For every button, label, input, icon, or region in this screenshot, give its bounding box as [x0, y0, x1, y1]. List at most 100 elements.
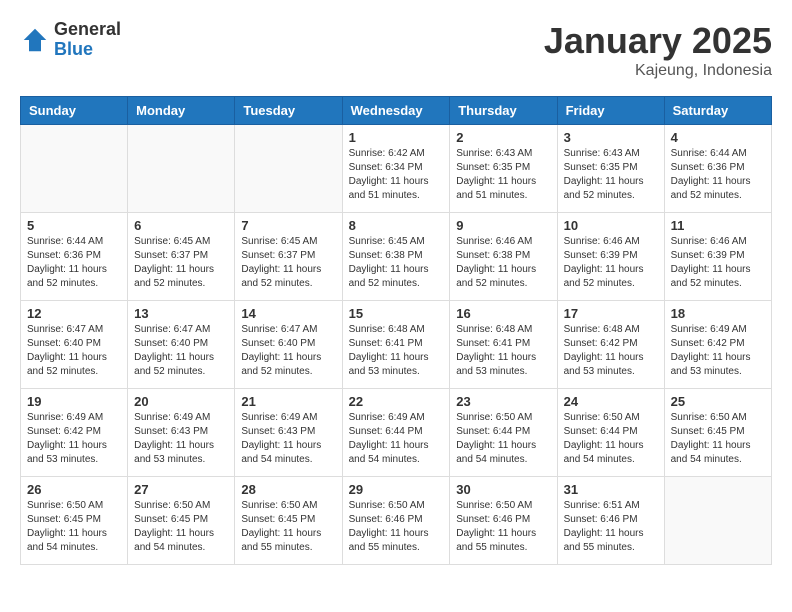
- day-info: Sunrise: 6:48 AM Sunset: 6:42 PM Dayligh…: [564, 323, 658, 379]
- day-cell-1-4: 9 Sunrise: 6:46 AM Sunset: 6:38 PM Dayli…: [450, 213, 557, 301]
- day-number: 5: [27, 218, 121, 233]
- day-cell-2-0: 12 Sunrise: 6:47 AM Sunset: 6:40 PM Dayl…: [21, 301, 128, 389]
- day-number: 6: [134, 218, 228, 233]
- day-number: 25: [671, 394, 765, 409]
- header-friday: Friday: [557, 97, 664, 125]
- day-number: 12: [27, 306, 121, 321]
- week-row-5: 26 Sunrise: 6:50 AM Sunset: 6:45 PM Dayl…: [21, 477, 772, 565]
- day-info: Sunrise: 6:49 AM Sunset: 6:43 PM Dayligh…: [134, 411, 228, 467]
- header-saturday: Saturday: [664, 97, 771, 125]
- day-number: 17: [564, 306, 658, 321]
- day-cell-1-1: 6 Sunrise: 6:45 AM Sunset: 6:37 PM Dayli…: [128, 213, 235, 301]
- day-cell-0-6: 4 Sunrise: 6:44 AM Sunset: 6:36 PM Dayli…: [664, 125, 771, 213]
- day-number: 8: [349, 218, 444, 233]
- day-info: Sunrise: 6:45 AM Sunset: 6:37 PM Dayligh…: [134, 235, 228, 291]
- day-info: Sunrise: 6:44 AM Sunset: 6:36 PM Dayligh…: [27, 235, 121, 291]
- day-info: Sunrise: 6:50 AM Sunset: 6:45 PM Dayligh…: [671, 411, 765, 467]
- week-row-1: 1 Sunrise: 6:42 AM Sunset: 6:34 PM Dayli…: [21, 125, 772, 213]
- day-cell-4-4: 30 Sunrise: 6:50 AM Sunset: 6:46 PM Dayl…: [450, 477, 557, 565]
- day-cell-0-1: [128, 125, 235, 213]
- month-title: January 2025: [544, 20, 772, 62]
- title-section: January 2025 Kajeung, Indonesia: [544, 20, 772, 80]
- location-title: Kajeung, Indonesia: [544, 62, 772, 80]
- day-info: Sunrise: 6:47 AM Sunset: 6:40 PM Dayligh…: [134, 323, 228, 379]
- week-row-3: 12 Sunrise: 6:47 AM Sunset: 6:40 PM Dayl…: [21, 301, 772, 389]
- day-info: Sunrise: 6:50 AM Sunset: 6:46 PM Dayligh…: [349, 499, 444, 555]
- header-tuesday: Tuesday: [235, 97, 342, 125]
- day-cell-2-4: 16 Sunrise: 6:48 AM Sunset: 6:41 PM Dayl…: [450, 301, 557, 389]
- day-info: Sunrise: 6:49 AM Sunset: 6:43 PM Dayligh…: [241, 411, 335, 467]
- day-number: 20: [134, 394, 228, 409]
- day-cell-1-6: 11 Sunrise: 6:46 AM Sunset: 6:39 PM Dayl…: [664, 213, 771, 301]
- day-cell-2-5: 17 Sunrise: 6:48 AM Sunset: 6:42 PM Dayl…: [557, 301, 664, 389]
- day-number: 3: [564, 130, 658, 145]
- logo-general: General: [54, 20, 121, 40]
- week-row-4: 19 Sunrise: 6:49 AM Sunset: 6:42 PM Dayl…: [21, 389, 772, 477]
- day-number: 21: [241, 394, 335, 409]
- day-number: 2: [456, 130, 550, 145]
- day-number: 28: [241, 482, 335, 497]
- day-info: Sunrise: 6:43 AM Sunset: 6:35 PM Dayligh…: [456, 147, 550, 203]
- header-sunday: Sunday: [21, 97, 128, 125]
- day-cell-1-2: 7 Sunrise: 6:45 AM Sunset: 6:37 PM Dayli…: [235, 213, 342, 301]
- day-cell-3-0: 19 Sunrise: 6:49 AM Sunset: 6:42 PM Dayl…: [21, 389, 128, 477]
- day-number: 27: [134, 482, 228, 497]
- day-cell-4-1: 27 Sunrise: 6:50 AM Sunset: 6:45 PM Dayl…: [128, 477, 235, 565]
- logo-text: General Blue: [54, 20, 121, 60]
- day-info: Sunrise: 6:49 AM Sunset: 6:42 PM Dayligh…: [671, 323, 765, 379]
- day-info: Sunrise: 6:46 AM Sunset: 6:38 PM Dayligh…: [456, 235, 550, 291]
- day-info: Sunrise: 6:46 AM Sunset: 6:39 PM Dayligh…: [671, 235, 765, 291]
- day-cell-3-5: 24 Sunrise: 6:50 AM Sunset: 6:44 PM Dayl…: [557, 389, 664, 477]
- logo: General Blue: [20, 20, 121, 60]
- day-number: 31: [564, 482, 658, 497]
- day-cell-3-1: 20 Sunrise: 6:49 AM Sunset: 6:43 PM Dayl…: [128, 389, 235, 477]
- day-info: Sunrise: 6:43 AM Sunset: 6:35 PM Dayligh…: [564, 147, 658, 203]
- day-info: Sunrise: 6:50 AM Sunset: 6:45 PM Dayligh…: [241, 499, 335, 555]
- day-cell-1-5: 10 Sunrise: 6:46 AM Sunset: 6:39 PM Dayl…: [557, 213, 664, 301]
- day-cell-1-3: 8 Sunrise: 6:45 AM Sunset: 6:38 PM Dayli…: [342, 213, 450, 301]
- day-number: 18: [671, 306, 765, 321]
- week-row-2: 5 Sunrise: 6:44 AM Sunset: 6:36 PM Dayli…: [21, 213, 772, 301]
- day-info: Sunrise: 6:50 AM Sunset: 6:45 PM Dayligh…: [134, 499, 228, 555]
- day-info: Sunrise: 6:48 AM Sunset: 6:41 PM Dayligh…: [456, 323, 550, 379]
- day-info: Sunrise: 6:47 AM Sunset: 6:40 PM Dayligh…: [27, 323, 121, 379]
- day-cell-2-2: 14 Sunrise: 6:47 AM Sunset: 6:40 PM Dayl…: [235, 301, 342, 389]
- day-info: Sunrise: 6:45 AM Sunset: 6:38 PM Dayligh…: [349, 235, 444, 291]
- day-cell-0-0: [21, 125, 128, 213]
- day-number: 10: [564, 218, 658, 233]
- page-header: General Blue January 2025 Kajeung, Indon…: [20, 20, 772, 80]
- day-cell-4-2: 28 Sunrise: 6:50 AM Sunset: 6:45 PM Dayl…: [235, 477, 342, 565]
- day-info: Sunrise: 6:42 AM Sunset: 6:34 PM Dayligh…: [349, 147, 444, 203]
- day-cell-3-3: 22 Sunrise: 6:49 AM Sunset: 6:44 PM Dayl…: [342, 389, 450, 477]
- day-number: 7: [241, 218, 335, 233]
- header-monday: Monday: [128, 97, 235, 125]
- day-cell-4-3: 29 Sunrise: 6:50 AM Sunset: 6:46 PM Dayl…: [342, 477, 450, 565]
- day-cell-2-6: 18 Sunrise: 6:49 AM Sunset: 6:42 PM Dayl…: [664, 301, 771, 389]
- header-thursday: Thursday: [450, 97, 557, 125]
- day-number: 14: [241, 306, 335, 321]
- day-cell-2-1: 13 Sunrise: 6:47 AM Sunset: 6:40 PM Dayl…: [128, 301, 235, 389]
- day-cell-4-0: 26 Sunrise: 6:50 AM Sunset: 6:45 PM Dayl…: [21, 477, 128, 565]
- day-number: 11: [671, 218, 765, 233]
- day-cell-3-2: 21 Sunrise: 6:49 AM Sunset: 6:43 PM Dayl…: [235, 389, 342, 477]
- day-cell-4-5: 31 Sunrise: 6:51 AM Sunset: 6:46 PM Dayl…: [557, 477, 664, 565]
- day-info: Sunrise: 6:44 AM Sunset: 6:36 PM Dayligh…: [671, 147, 765, 203]
- day-info: Sunrise: 6:50 AM Sunset: 6:45 PM Dayligh…: [27, 499, 121, 555]
- day-info: Sunrise: 6:51 AM Sunset: 6:46 PM Dayligh…: [564, 499, 658, 555]
- day-info: Sunrise: 6:49 AM Sunset: 6:44 PM Dayligh…: [349, 411, 444, 467]
- calendar-header-row: Sunday Monday Tuesday Wednesday Thursday…: [21, 97, 772, 125]
- day-cell-4-6: [664, 477, 771, 565]
- day-info: Sunrise: 6:45 AM Sunset: 6:37 PM Dayligh…: [241, 235, 335, 291]
- day-cell-0-2: [235, 125, 342, 213]
- day-number: 30: [456, 482, 550, 497]
- day-number: 9: [456, 218, 550, 233]
- day-number: 13: [134, 306, 228, 321]
- calendar: Sunday Monday Tuesday Wednesday Thursday…: [20, 96, 772, 565]
- day-number: 22: [349, 394, 444, 409]
- day-info: Sunrise: 6:48 AM Sunset: 6:41 PM Dayligh…: [349, 323, 444, 379]
- day-cell-0-3: 1 Sunrise: 6:42 AM Sunset: 6:34 PM Dayli…: [342, 125, 450, 213]
- day-cell-3-4: 23 Sunrise: 6:50 AM Sunset: 6:44 PM Dayl…: [450, 389, 557, 477]
- day-number: 29: [349, 482, 444, 497]
- logo-icon: [20, 25, 50, 55]
- day-info: Sunrise: 6:47 AM Sunset: 6:40 PM Dayligh…: [241, 323, 335, 379]
